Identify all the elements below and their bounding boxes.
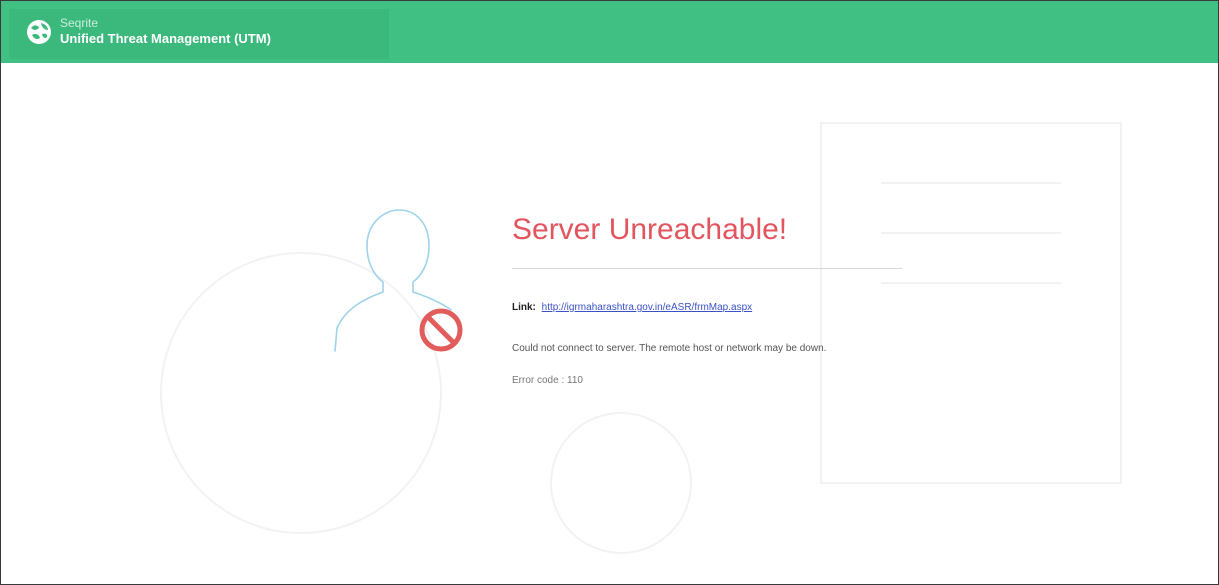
- utm-header: Seqrite Unified Threat Management (UTM): [1, 1, 1218, 63]
- blocked-icon: [419, 308, 463, 352]
- seqrite-globe-logo-icon: [27, 20, 51, 44]
- error-message: Could not connect to server. The remote …: [512, 343, 827, 354]
- disconnected-user-illustration: [334, 209, 463, 352]
- blocked-url-link[interactable]: http://igrmaharashtra.gov.in/eASR/frmMap…: [542, 302, 752, 313]
- product-name: Unified Threat Management (UTM): [60, 31, 271, 46]
- brand-name: Seqrite: [60, 16, 99, 30]
- error-title: Server Unreachable!: [512, 213, 788, 246]
- browser-page: Seqrite Unified Threat Management (UTM) …: [0, 0, 1219, 585]
- background-watermark: [160, 122, 1122, 554]
- error-code: Error code : 110: [512, 375, 583, 386]
- link-label: Link:: [512, 302, 536, 313]
- link-row: Link: http://igrmaharashtra.gov.in/eASR/…: [512, 302, 752, 313]
- divider: [512, 268, 902, 269]
